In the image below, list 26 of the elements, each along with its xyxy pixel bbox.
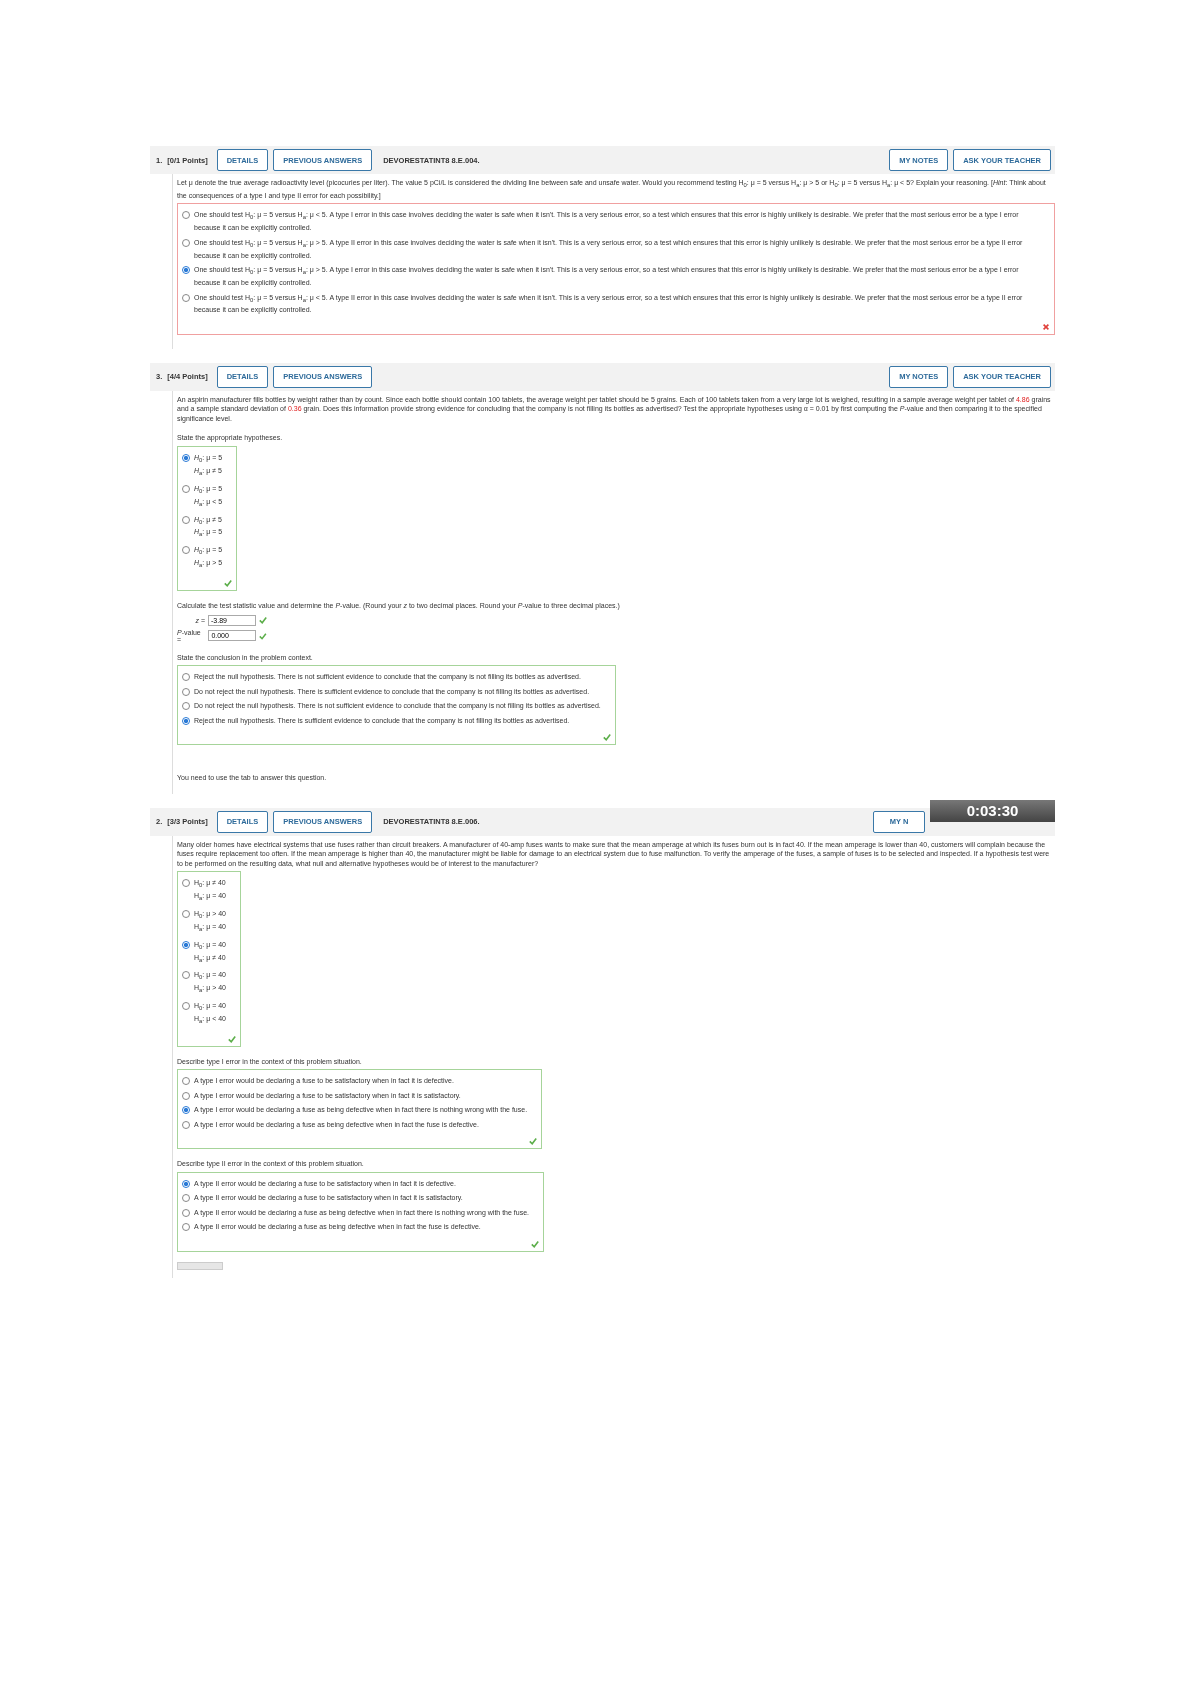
- radio-button[interactable]: [182, 1121, 190, 1129]
- radio-button[interactable]: [182, 453, 190, 462]
- radio-button[interactable]: [182, 1180, 190, 1188]
- radio-button[interactable]: [182, 1209, 190, 1217]
- radio-button[interactable]: [182, 1223, 190, 1232]
- radio-button[interactable]: [182, 266, 190, 275]
- radio-button[interactable]: [182, 1077, 190, 1086]
- radio-button[interactable]: [182, 1002, 190, 1011]
- radio-button[interactable]: [182, 211, 190, 220]
- radio-button[interactable]: [182, 1092, 190, 1100]
- radio-button[interactable]: [182, 238, 190, 247]
- radio-button[interactable]: [182, 971, 190, 980]
- radio-button[interactable]: [182, 546, 190, 555]
- radio-button[interactable]: [182, 879, 190, 888]
- radio-button[interactable]: [182, 716, 190, 725]
- radio-button[interactable]: [182, 702, 190, 711]
- radio-button[interactable]: [182, 515, 190, 524]
- radio-button[interactable]: [182, 484, 190, 493]
- timer-overlay: 0:03:30: [930, 799, 1055, 822]
- radio-button[interactable]: [182, 909, 190, 918]
- radio-button[interactable]: [182, 293, 190, 302]
- radio-button[interactable]: [182, 687, 190, 696]
- radio-button[interactable]: [182, 673, 190, 682]
- radio-button[interactable]: [182, 1106, 190, 1115]
- radio-button[interactable]: [182, 1194, 190, 1203]
- radio-button[interactable]: [182, 940, 190, 949]
